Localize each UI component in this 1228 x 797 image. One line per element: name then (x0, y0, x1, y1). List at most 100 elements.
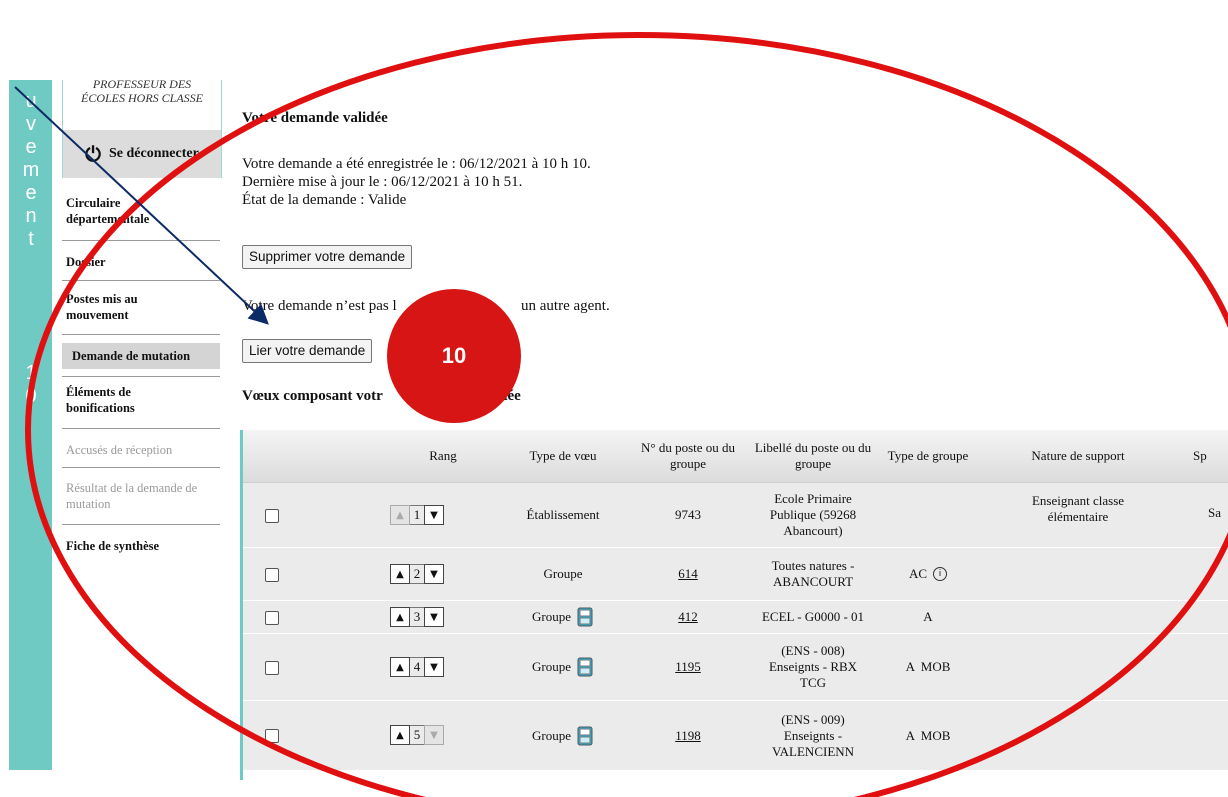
info-icon[interactable]: i (933, 567, 948, 581)
voeux-table: Rang Type de vœu N° du poste ou du group… (240, 430, 1228, 780)
voeu-type: Groupe (532, 609, 571, 624)
rank-control: ▲ 2 ▼ (390, 564, 444, 584)
voeu-type-cell: Groupe (503, 701, 623, 770)
column-header: Sp (1193, 448, 1207, 463)
divider (62, 280, 220, 281)
logout-label: Se déconnecter (109, 146, 199, 161)
user-role-top: PROFESSEUR DES (92, 78, 192, 88)
link-request-button[interactable]: Lier votre demande (242, 339, 373, 363)
move-down-icon[interactable]: ▼ (424, 657, 444, 677)
group-type: AC (908, 566, 928, 581)
group-type (873, 483, 983, 547)
sidebar-item-fiche-synthese[interactable]: Fiche de synthèse (66, 538, 220, 554)
voeu-type-cell: Groupe (503, 601, 623, 633)
rank-number: 4 (410, 657, 424, 677)
poste-number-link[interactable]: 614 (628, 548, 748, 600)
poste-number: 9743 (675, 507, 701, 522)
poste-number-link[interactable]: 1195 (628, 634, 748, 700)
divider (62, 467, 220, 468)
user-role-line: ÉCOLES HORS CLASSE (80, 91, 203, 105)
banner-letter: e (25, 136, 37, 158)
user-role: PROFESSEUR DES ÉCOLES HORS CLASSE (63, 78, 221, 105)
column-header: Libellé du poste ou du groupe (754, 440, 872, 471)
sidebar-item-circulaire[interactable]: Circulaire départementale (66, 195, 176, 227)
voeu-type-cell: Groupe (503, 634, 623, 700)
move-up-icon[interactable]: ▲ (390, 607, 410, 627)
sidebar-item-dossier[interactable]: Dossier (66, 254, 220, 270)
table-row: ▲ 5 ▼ Groupe 1198 (ENS - 009) Enseignts … (243, 701, 1228, 771)
sidebar-item-postes[interactable]: Postes mis au mouvement (66, 291, 166, 323)
link-status-text-start: Votre demande n’est pas l (242, 298, 397, 314)
banner-letter: t (28, 228, 34, 250)
column-header: Rang (429, 448, 457, 463)
move-up-icon[interactable]: ▲ (390, 657, 410, 677)
sidebar-item-resultat[interactable]: Résultat de la demande de mutation (66, 480, 211, 512)
row-checkbox[interactable] (265, 568, 279, 582)
banner-letter: 0 (25, 385, 37, 407)
page-title: Votre demande validée (242, 110, 388, 126)
column-header: N° du poste ou du groupe (640, 440, 736, 471)
divider (62, 240, 220, 241)
banner-letter: e (25, 182, 37, 204)
group-type: A (923, 609, 933, 624)
delete-request-button[interactable]: Supprimer votre demande (242, 245, 413, 269)
column-header: Type de vœu (529, 448, 597, 463)
rank-control: ▲ 3 ▼ (390, 607, 444, 627)
voeux-heading-start: Vœux composant votr (242, 388, 383, 404)
rank-control: ▲ 1 ▼ (390, 505, 444, 525)
row-checkbox[interactable] (265, 729, 279, 743)
step-number-badge: 10 (387, 289, 521, 423)
rank-number: 1 (410, 505, 424, 525)
banner-letter: n (25, 205, 37, 227)
sidebar-item-bonifications[interactable]: Éléments de bonifications (66, 384, 166, 416)
move-up-icon[interactable]: ▲ (390, 564, 410, 584)
registered-date: Votre demande a été enregistrée le : 06/… (242, 156, 591, 172)
move-up-icon[interactable]: ▲ (390, 505, 410, 525)
poste-libelle: Toutes natures - ABANCOURT (771, 558, 855, 589)
voeu-type: Groupe (532, 727, 571, 743)
row-checkbox[interactable] (265, 661, 279, 675)
group-type: A MOB (905, 727, 951, 743)
folder-cabinet-icon[interactable] (576, 657, 594, 677)
banner-letter: m (22, 159, 40, 181)
table-row: ▲ 2 ▼ Groupe 614 Toutes natures - ABANCO… (243, 548, 1228, 601)
group-type: A MOB (905, 659, 951, 674)
power-icon: ⏻ (85, 142, 101, 166)
group-type-cell: AC i (873, 548, 983, 600)
poste-libelle: ECEL - G0000 - 01 (761, 609, 865, 624)
move-up-icon[interactable]: ▲ (390, 725, 410, 745)
table-row: ▲ 4 ▼ Groupe 1195 (ENS - 008) Enseignts … (243, 634, 1228, 701)
table-row: ▲ 3 ▼ Groupe 412 ECEL - G0000 - 01 A (243, 601, 1228, 634)
divider (62, 376, 220, 377)
support-nature: Enseignant classe élémentaire (1031, 493, 1125, 524)
rank-number: 5 (410, 725, 424, 745)
sidebar-item-demande-mutation[interactable]: Demande de mutation (62, 343, 220, 369)
updated-date: Dernière mise à jour le : 06/12/2021 à 1… (242, 174, 523, 190)
voeu-type: Groupe (543, 566, 583, 581)
voeu-type: Établissement (526, 507, 600, 522)
poste-number-link[interactable]: 1198 (628, 701, 748, 770)
logout-button[interactable]: ⏻ Se déconnecter (63, 130, 221, 178)
table-row: ▲ 1 ▼ Établissement 9743 Ecole Primaire … (243, 483, 1228, 548)
banner-letter: v (26, 113, 36, 135)
divider (62, 524, 220, 525)
rank-number: 3 (410, 607, 424, 627)
poste-libelle: (ENS - 008) Enseignts - RBX TCG (768, 643, 858, 690)
poste-libelle: (ENS - 009) Enseignts - VALENCIENN (771, 711, 855, 759)
row-checkbox[interactable] (265, 611, 279, 625)
column-header: Nature de support (1031, 448, 1125, 463)
move-down-icon[interactable]: ▼ (424, 564, 444, 584)
folder-cabinet-icon[interactable] (576, 607, 594, 627)
row-checkbox[interactable] (265, 509, 279, 523)
move-down-icon[interactable]: ▼ (424, 725, 444, 745)
user-card: PROFESSEUR DES ÉCOLES HORS CLASSE ⏻ Se d… (62, 78, 222, 178)
banner-letter: 1 (25, 362, 37, 384)
poste-libelle: Ecole Primaire Publique (59268 Abancourt… (769, 491, 857, 538)
move-down-icon[interactable]: ▼ (424, 505, 444, 525)
move-down-icon[interactable]: ▼ (424, 607, 444, 627)
folder-cabinet-icon[interactable] (576, 726, 594, 746)
divider (62, 428, 220, 429)
sidebar-item-accuses[interactable]: Accusés de réception (66, 442, 220, 458)
poste-number-link[interactable]: 412 (628, 601, 748, 633)
voeu-type: Groupe (532, 659, 571, 674)
